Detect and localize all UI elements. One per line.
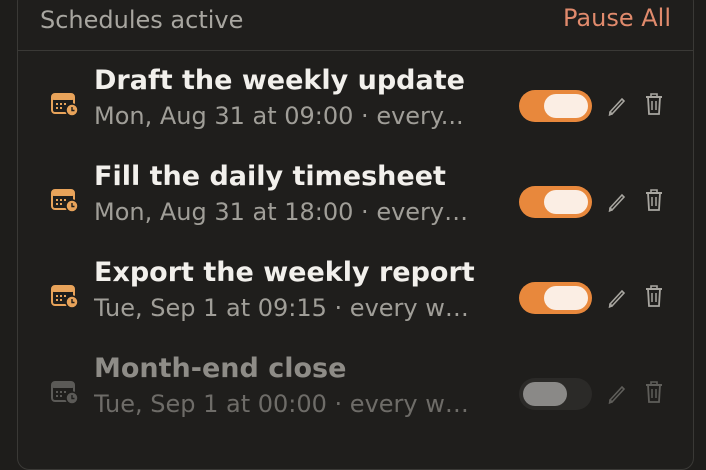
trash-icon[interactable] [642, 91, 666, 117]
schedule-title: Export the weekly report [94, 257, 475, 288]
schedules-title: Schedules active [40, 6, 244, 34]
schedule-texts: Export the weekly report Tue, Sep 1 at 0… [94, 257, 494, 323]
schedules-header: Schedules active Pause All [18, 0, 693, 51]
calendar-clock-icon [51, 93, 79, 117]
toggle-knob [523, 382, 567, 406]
schedules-panel: Schedules active Pause All Draft the wee… [17, 0, 694, 470]
schedule-toggle[interactable] [519, 378, 592, 410]
schedule-row: Fill the daily timesheet Mon, Aug 31 at … [18, 161, 693, 257]
pause-all-button[interactable]: Pause All [563, 4, 671, 32]
toggle-knob [544, 190, 588, 214]
toggle-knob [544, 286, 588, 310]
schedule-subtitle: Tue, Sep 1 at 00:00 · every we... [94, 390, 474, 418]
schedule-title: Draft the weekly update [94, 65, 465, 96]
schedule-toggle[interactable] [519, 282, 592, 314]
trash-icon[interactable] [642, 187, 666, 213]
edit-pencil-icon[interactable] [606, 93, 628, 117]
schedule-row: Export the weekly report Tue, Sep 1 at 0… [18, 257, 693, 353]
calendar-clock-icon [51, 381, 79, 405]
schedule-texts: Fill the daily timesheet Mon, Aug 31 at … [94, 161, 494, 227]
schedule-subtitle: Mon, Aug 31 at 18:00 · every d... [94, 198, 474, 226]
schedule-toggle[interactable] [519, 90, 592, 122]
edit-pencil-icon[interactable] [606, 285, 628, 309]
schedule-texts: Draft the weekly update Mon, Aug 31 at 0… [94, 65, 494, 131]
schedule-texts: Month-end close Tue, Sep 1 at 00:00 · ev… [94, 353, 494, 419]
calendar-clock-icon [51, 189, 79, 213]
toggle-knob [544, 94, 588, 118]
schedule-row: Draft the weekly update Mon, Aug 31 at 0… [18, 65, 693, 161]
trash-icon[interactable] [642, 379, 666, 405]
schedule-title: Fill the daily timesheet [94, 161, 446, 192]
calendar-clock-icon [51, 285, 79, 309]
schedule-subtitle: Mon, Aug 31 at 09:00 · every... [94, 102, 464, 130]
schedule-row: Month-end close Tue, Sep 1 at 00:00 · ev… [18, 353, 693, 449]
edit-pencil-icon[interactable] [606, 381, 628, 405]
schedule-subtitle: Tue, Sep 1 at 09:15 · every week [94, 294, 474, 322]
schedule-toggle[interactable] [519, 186, 592, 218]
edit-pencil-icon[interactable] [606, 189, 628, 213]
trash-icon[interactable] [642, 283, 666, 309]
schedule-title: Month-end close [94, 353, 347, 384]
